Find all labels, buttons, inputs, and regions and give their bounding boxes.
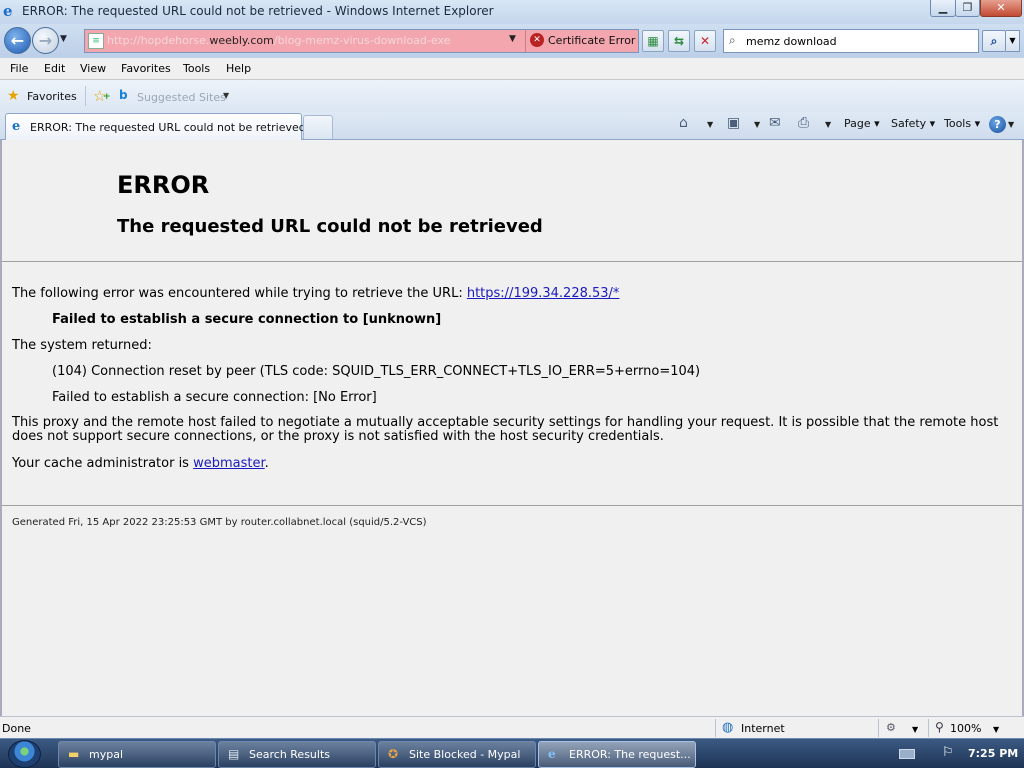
footer-divider: [2, 505, 1022, 506]
address-bar[interactable]: ≡ http://hopdehorse.weebly.com/blog-memz…: [84, 29, 639, 53]
search-box[interactable]: ⌕: [723, 29, 979, 53]
taskbar: ▬ mypal ▤ Search Results ✪ Site Blocked …: [0, 738, 1024, 768]
error-url-line: The following error was encountered whil…: [12, 286, 619, 301]
minimize-button[interactable]: ▁: [930, 0, 956, 17]
print-icon[interactable]: ⎙: [798, 115, 809, 131]
help-dropdown-icon[interactable]: ▼: [1008, 120, 1014, 129]
stop-button[interactable]: ✕: [694, 30, 716, 52]
menu-edit[interactable]: Edit: [44, 62, 65, 75]
page-favicon-icon: ≡: [88, 33, 104, 49]
favorites-star-icon[interactable]: ★: [7, 88, 20, 104]
search-provider-icon: ⌕: [729, 33, 736, 47]
error-subtitle: The requested URL could not be retrieved: [117, 216, 543, 237]
menu-file[interactable]: File: [10, 62, 28, 75]
taskbar-item-ie-error[interactable]: e ERROR: The request...: [538, 741, 696, 768]
search-results-icon: ▤: [228, 747, 240, 761]
address-field[interactable]: ≡ http://hopdehorse.weebly.com/blog-memz…: [85, 30, 525, 52]
read-mail-icon[interactable]: ✉: [769, 115, 781, 131]
help-icon[interactable]: ?: [989, 116, 1006, 133]
menu-help[interactable]: Help: [226, 62, 251, 75]
refresh-button[interactable]: ⇆: [668, 30, 690, 52]
page-menu-button[interactable]: Page ▾: [844, 117, 880, 130]
back-button[interactable]: ←: [4, 27, 31, 54]
title-bar: e ERROR: The requested URL could not be …: [0, 0, 1024, 24]
taskbar-item-search-results[interactable]: ▤ Search Results: [218, 741, 376, 768]
navigation-bar: ← → ▼ ≡ http://hopdehorse.weebly.com/blo…: [0, 24, 1024, 58]
compatibility-view-button[interactable]: ▦: [642, 30, 664, 52]
favorites-button[interactable]: Favorites: [27, 90, 77, 103]
error-header: ERROR The requested URL could not be ret…: [2, 140, 1022, 262]
menu-bar: File Edit View Favorites Tools Help: [0, 58, 1024, 80]
failed-secure-connection: Failed to establish a secure connection …: [52, 312, 442, 327]
taskbar-item-mypal[interactable]: ▬ mypal: [58, 741, 216, 768]
ie-logo-icon: e: [3, 2, 13, 20]
system-returned-label: The system returned:: [12, 338, 152, 353]
tab-label: ERROR: The requested URL could not be re…: [30, 121, 306, 134]
error-explanation: This proxy and the remote host failed to…: [12, 415, 999, 444]
folder-icon: ▬: [68, 747, 80, 761]
keyboard-tray-icon[interactable]: [899, 749, 915, 759]
shield-error-icon: ✕: [530, 33, 544, 47]
add-to-favorites-bar-icon[interactable]: ☆ +: [93, 87, 111, 105]
cache-admin-line: Your cache administrator is webmaster.: [12, 456, 269, 471]
protected-mode-dropdown-icon[interactable]: ▼: [912, 725, 918, 734]
certificate-error-label: Certificate Error: [548, 34, 636, 47]
new-tab-button[interactable]: [303, 115, 333, 139]
menu-favorites[interactable]: Favorites: [121, 62, 171, 75]
home-dropdown-icon[interactable]: ▼: [707, 120, 713, 129]
menu-view[interactable]: View: [80, 62, 106, 75]
suggested-sites-dropdown-icon[interactable]: ▼: [223, 91, 229, 100]
ie-icon: e: [548, 747, 556, 761]
status-bar: Done ◍ Internet ⚙ ▼ ⚲ 100% ▼: [0, 716, 1024, 738]
bing-icon: b: [119, 88, 128, 102]
zoom-dropdown-icon[interactable]: ▼: [993, 725, 999, 734]
feeds-icon[interactable]: ▣: [727, 115, 740, 131]
search-options-dropdown-icon[interactable]: ▼: [1006, 30, 1020, 52]
error-url-text: The following error was encountered whil…: [12, 286, 467, 301]
connection-reset-message: (104) Connection reset by peer (TLS code…: [52, 364, 701, 379]
recent-pages-dropdown-icon[interactable]: ▼: [60, 34, 72, 48]
status-text: Done: [2, 722, 31, 735]
address-url[interactable]: http://hopdehorse.weebly.com/blog-memz-v…: [107, 34, 450, 47]
home-icon[interactable]: ⌂: [679, 115, 688, 131]
tab-active[interactable]: e ERROR: The requested URL could not be …: [5, 113, 306, 140]
menu-tools[interactable]: Tools: [183, 62, 210, 75]
start-button[interactable]: [8, 740, 41, 768]
feeds-dropdown-icon[interactable]: ▼: [754, 120, 760, 129]
maximize-button[interactable]: ❐: [955, 0, 980, 17]
mypal-icon: ✪: [388, 747, 399, 761]
search-button[interactable]: ⌕: [982, 30, 1006, 52]
address-dropdown-icon[interactable]: ▼: [509, 34, 516, 44]
window-title: ERROR: The requested URL could not be re…: [22, 4, 494, 18]
suggested-sites-button[interactable]: Suggested Sites: [137, 91, 226, 104]
internet-zone-globe-icon: ◍: [722, 720, 734, 735]
zoom-icon[interactable]: ⚲: [935, 720, 944, 734]
cache-admin-text: Your cache administrator is: [12, 456, 194, 471]
zoom-level[interactable]: 100%: [950, 722, 981, 735]
error-title: ERROR: [117, 171, 210, 199]
network-tray-icon[interactable]: ⚐: [942, 745, 954, 760]
tab-bar: e ERROR: The requested URL could not be …: [0, 112, 1024, 140]
page-viewport: ERROR The requested URL could not be ret…: [0, 140, 1024, 716]
generated-footer: Generated Fri, 15 Apr 2022 23:25:53 GMT …: [12, 517, 427, 528]
favorites-separator: [85, 86, 86, 106]
favorites-bar: ★ Favorites ☆ + b Suggested Sites ▼: [0, 80, 1024, 112]
ie-page-icon: e: [12, 119, 21, 134]
protected-mode-icon[interactable]: ⚙: [886, 721, 896, 734]
tools-menu-button[interactable]: Tools ▾: [944, 117, 980, 130]
forward-button[interactable]: →: [32, 27, 59, 54]
close-button[interactable]: ✕: [980, 0, 1022, 17]
certificate-error-button[interactable]: ✕ Certificate Error: [525, 30, 638, 52]
print-dropdown-icon[interactable]: ▼: [825, 120, 831, 129]
safety-menu-button[interactable]: Safety ▾: [891, 117, 935, 130]
error-url-link[interactable]: https://199.34.228.53/*: [467, 286, 620, 301]
system-clock[interactable]: 7:25 PM: [968, 747, 1018, 760]
search-input[interactable]: [746, 35, 971, 48]
webmaster-link[interactable]: webmaster: [193, 456, 265, 471]
failed-no-error-message: Failed to establish a secure connection:…: [52, 390, 377, 405]
security-zone-label[interactable]: Internet: [741, 722, 785, 735]
taskbar-item-site-blocked[interactable]: ✪ Site Blocked - Mypal: [378, 741, 536, 768]
